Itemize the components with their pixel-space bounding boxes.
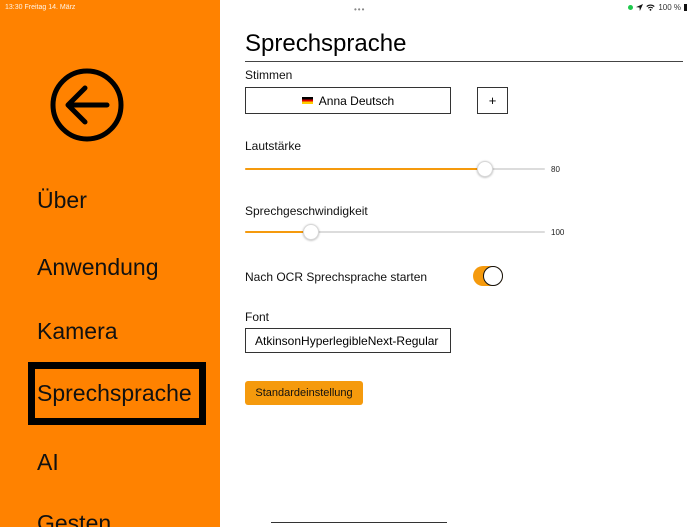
- voice-select-button[interactable]: Anna Deutsch: [245, 87, 451, 114]
- title-divider: [245, 61, 683, 62]
- volume-label: Lautstärke: [245, 139, 302, 153]
- german-flag-icon: [301, 97, 313, 104]
- reset-defaults-button[interactable]: Standardeinstellung: [245, 381, 363, 405]
- slider-thumb[interactable]: [303, 224, 319, 240]
- sidebar-item-gesten[interactable]: Gesten: [37, 510, 111, 527]
- sidebar-item-anwendung[interactable]: Anwendung: [37, 254, 159, 281]
- toggle-knob: [483, 266, 503, 286]
- arrow-left-circle-icon: [50, 68, 124, 142]
- status-time-date: 13:30 Freitag 14. März: [5, 4, 76, 11]
- speed-slider[interactable]: [245, 222, 545, 242]
- ocr-toggle-label: Nach OCR Sprechsprache starten: [245, 270, 428, 284]
- camera-indicator-icon: [628, 5, 634, 10]
- back-button[interactable]: [47, 65, 127, 145]
- voice-name: Anna Deutsch: [318, 93, 395, 108]
- slider-thumb[interactable]: [477, 161, 493, 177]
- sidebar-item-ueber[interactable]: Über: [37, 187, 87, 214]
- battery-percentage: 100 %: [658, 3, 681, 12]
- volume-slider[interactable]: [245, 159, 545, 179]
- sidebar-item-ai[interactable]: AI: [37, 449, 59, 476]
- add-voice-button[interactable]: +: [477, 87, 508, 114]
- sidebar: 13:30 Freitag 14. März Über Anwendung Ka…: [0, 0, 220, 527]
- status-indicators: 100 %: [628, 3, 687, 12]
- speed-value: 100: [551, 228, 565, 237]
- voices-label: Stimmen: [245, 68, 293, 82]
- page-title: Sprechsprache: [245, 30, 407, 57]
- location-arrow-icon: [636, 4, 644, 11]
- volume-value: 80: [551, 165, 560, 174]
- sidebar-item-kamera[interactable]: Kamera: [37, 318, 118, 345]
- slider-fill: [245, 231, 311, 233]
- font-label: Font: [245, 310, 270, 324]
- wifi-icon: [646, 4, 655, 11]
- speed-label: Sprechgeschwindigkeit: [245, 204, 368, 218]
- battery-icon: [684, 4, 687, 11]
- slider-fill: [245, 168, 485, 170]
- home-indicator[interactable]: [271, 522, 447, 523]
- sidebar-item-sprechsprache[interactable]: Sprechsprache: [28, 362, 206, 425]
- multitasking-dots[interactable]: •••: [354, 5, 365, 14]
- sidebar-item-label: Sprechsprache: [37, 380, 192, 406]
- ocr-toggle-switch[interactable]: [473, 266, 503, 286]
- font-field[interactable]: AtkinsonHyperlegibleNext-Regular: [245, 328, 451, 353]
